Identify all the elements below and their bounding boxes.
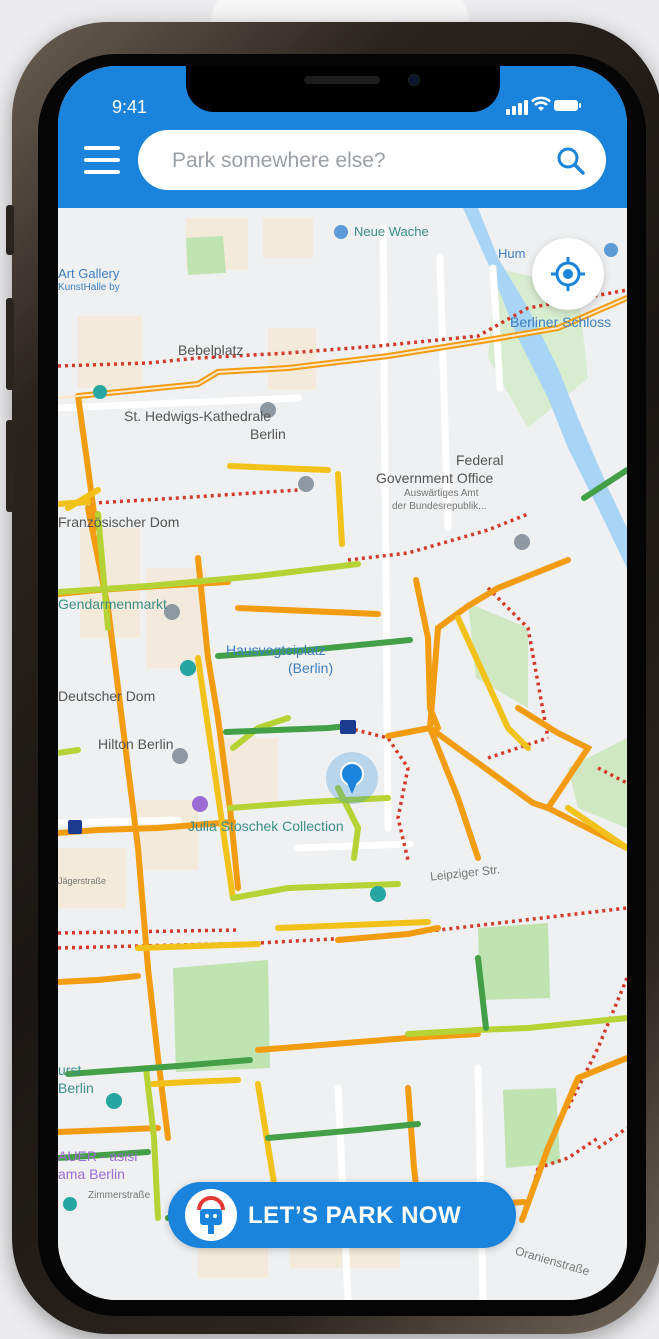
poi-label-gendarmenmarkt: Gendarmenmarkt bbox=[58, 596, 167, 612]
poi-label-art-gallery: Art Gallery bbox=[58, 266, 120, 281]
poi-label-hausvogteiplatz: Hausvogteiplatz bbox=[226, 642, 326, 658]
street-label-zimmerstrasse: Zimmerstraße bbox=[88, 1190, 151, 1201]
phone-screen: 9:41 Park somewhere else? Neue Wache Hum… bbox=[58, 66, 627, 1300]
phone-notch bbox=[186, 66, 500, 112]
poi-label-auer: AUER - asisi bbox=[58, 1148, 138, 1164]
poi-label-auer-sub: ama Berlin bbox=[58, 1166, 125, 1182]
poi-label-wurst-city: Berlin bbox=[58, 1080, 94, 1096]
poi-label-hedwigs: St. Hedwigs-Kathedrale bbox=[124, 408, 272, 424]
poi-label-bebelplatz: Bebelplatz bbox=[178, 342, 244, 358]
mute-switch bbox=[6, 205, 14, 255]
locate-me-button[interactable] bbox=[532, 238, 604, 310]
hamburger-menu-icon bbox=[84, 146, 120, 150]
menu-button[interactable] bbox=[84, 146, 120, 176]
crosshair-locate-icon bbox=[551, 257, 585, 291]
poi-label-kunsthalle: KunstHalle by bbox=[58, 282, 120, 293]
status-icons bbox=[506, 95, 584, 115]
park-now-label: LET’S PARK NOW bbox=[248, 1202, 462, 1229]
poi-label-wurst: urst bbox=[58, 1062, 82, 1078]
poi-label-neue-wache: Neue Wache bbox=[354, 224, 429, 239]
poi-label-julia-stoschek: Julia Stoschek Collection bbox=[188, 818, 344, 834]
battery-icon bbox=[554, 100, 581, 111]
volume-up-button bbox=[6, 298, 14, 390]
poi-label-hedwigs-city: Berlin bbox=[250, 426, 286, 442]
status-time: 9:41 bbox=[112, 97, 148, 117]
search-icon[interactable] bbox=[556, 146, 586, 176]
poi-label-deutscher-dom: Deutscher Dom bbox=[58, 688, 156, 704]
poi-label-berliner-schloss: Berliner Schloss bbox=[510, 314, 612, 330]
poi-label-franz-dom: Französischer Dom bbox=[58, 514, 180, 530]
poi-label-hilton: Hilton Berlin bbox=[98, 736, 174, 752]
speaker-grille bbox=[304, 76, 380, 84]
poi-label-auswaertiges: Auswärtiges Amt bbox=[404, 488, 479, 499]
poi-label-government-office: Government Office bbox=[376, 470, 494, 486]
poi-label-hausvogteiplatz-sub: (Berlin) bbox=[288, 660, 334, 676]
poi-label-hum: Hum bbox=[498, 246, 526, 261]
front-camera bbox=[408, 74, 420, 86]
poi-label-bundesrepublik: der Bundesrepublik... bbox=[392, 501, 487, 512]
poi-label-federal: Federal bbox=[456, 452, 504, 468]
map-canvas[interactable] bbox=[58, 208, 627, 1300]
park-now-button[interactable]: LET’S PARK NOW bbox=[168, 1182, 516, 1248]
wifi-icon bbox=[531, 96, 551, 111]
search-input[interactable] bbox=[170, 144, 544, 178]
parking-meter-icon bbox=[185, 1189, 237, 1241]
street-label-jaegerstrasse: Jägerstraße bbox=[58, 876, 107, 886]
parking-map[interactable]: Neue Wache Hum Art Gallery KunstHalle by… bbox=[58, 208, 627, 1300]
volume-down-button bbox=[6, 420, 14, 512]
search-bar[interactable] bbox=[138, 130, 606, 190]
